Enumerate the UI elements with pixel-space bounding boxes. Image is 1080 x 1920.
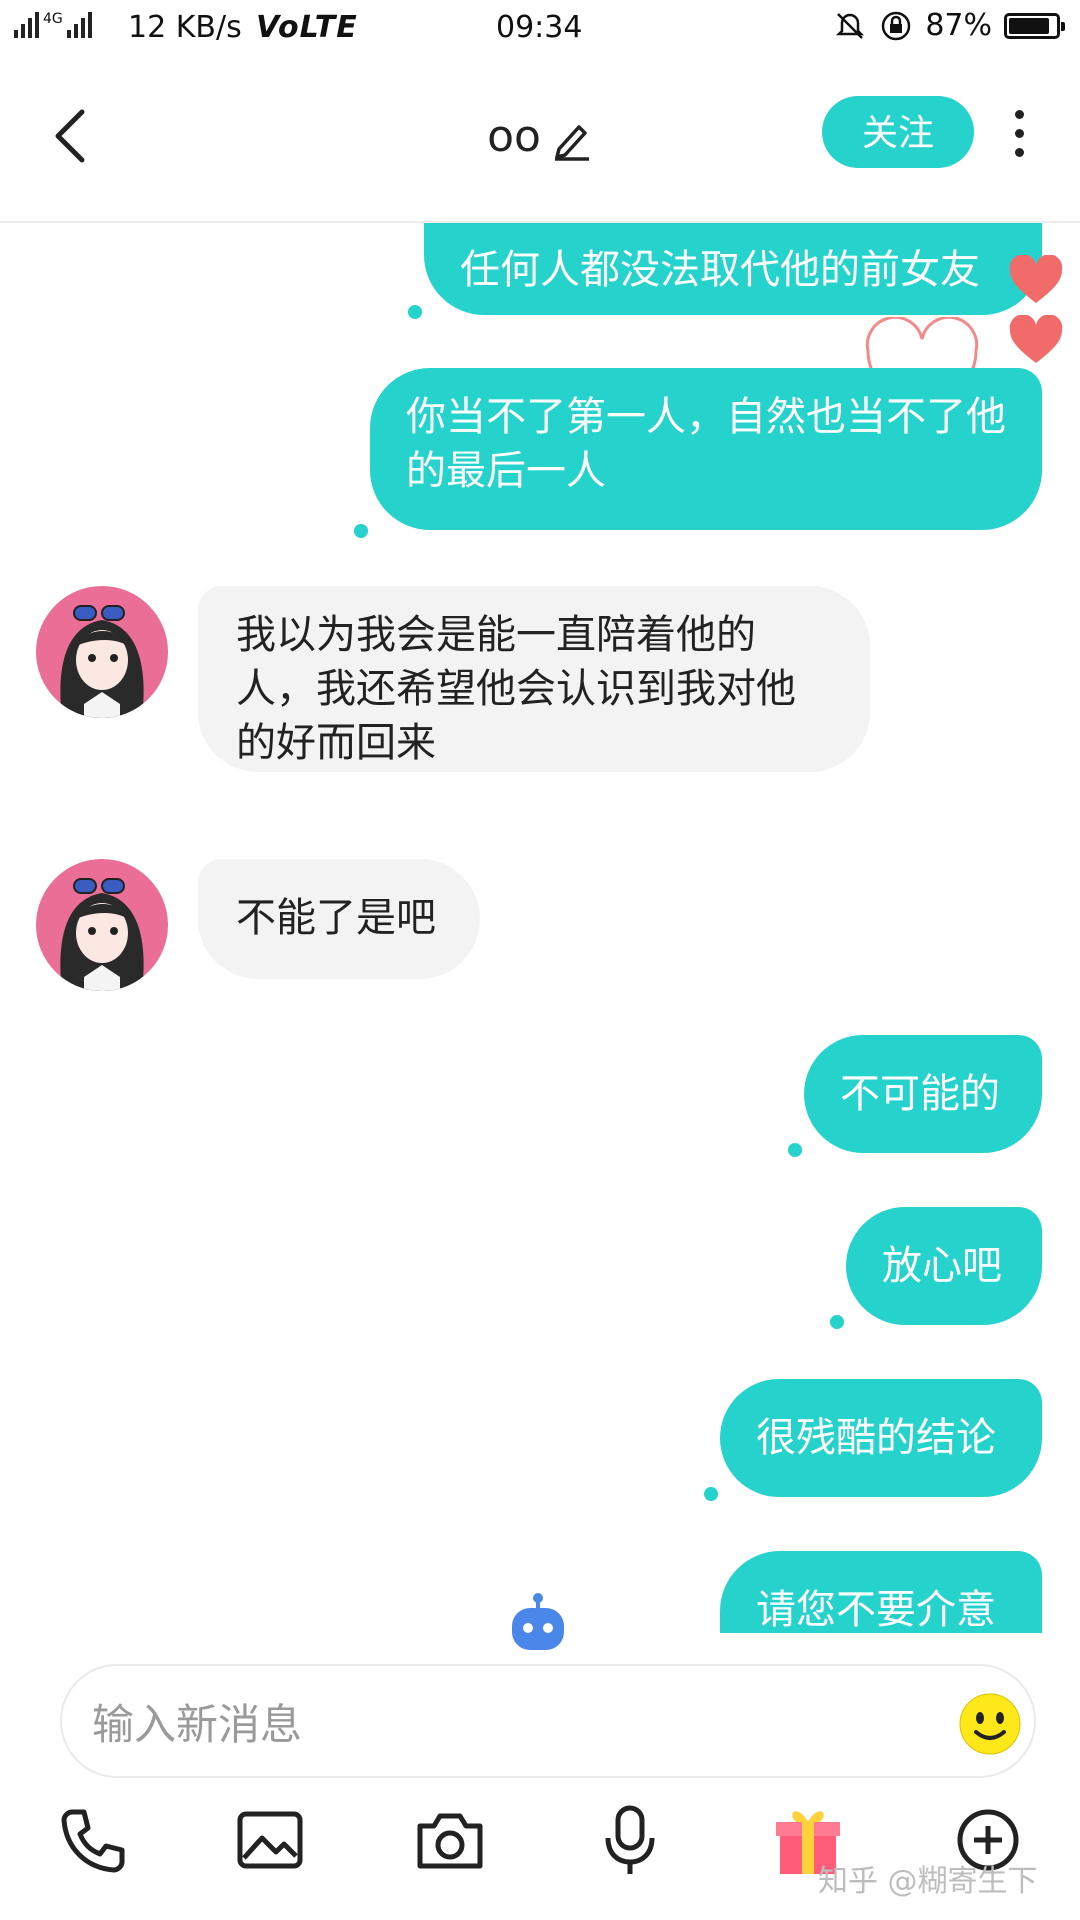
pencil-icon[interactable] [549,117,593,161]
heart-icon [1009,255,1063,303]
message-tail [704,1487,718,1501]
heart-icon-2 [1009,315,1063,363]
microphone-icon[interactable] [590,1800,670,1880]
battery-icon [1004,12,1065,39]
contact-name: oo [487,111,541,162]
message-bubble-received[interactable]: 我以为我会是能一直陪着他的人，我还希望他会认识到我对他的好而回来 [198,586,870,772]
signal-strength-icon [14,12,39,38]
signal-icons: 4G [14,12,92,38]
battery-percent: 87% [925,8,992,43]
message-bubble-received[interactable]: 不能了是吧 [198,859,480,979]
clock: 09:34 [496,10,583,45]
message-bubble-sent[interactable]: 不可能的 [804,1035,1042,1153]
message-bubble-sent[interactable]: 很残酷的结论 [720,1379,1042,1497]
message-list[interactable]: 任何人都没法取代他的前女友 你当不了第一人，自然也当不了他的最后一人 我以为我会… [0,223,1080,1633]
message-bubble-sent[interactable]: 放心吧 [846,1207,1042,1325]
message-input-bar [60,1664,1036,1778]
image-icon[interactable] [230,1800,310,1880]
message-bubble-sent[interactable]: 任何人都没法取代他的前女友 [424,223,1042,315]
network-type: 4G [43,11,63,27]
chat-header: oo 关注 [0,56,1080,223]
robot-assistant-icon[interactable] [506,1592,570,1656]
rotation-lock-icon [882,11,911,40]
message-tail [354,524,368,538]
follow-button[interactable]: 关注 [822,96,974,168]
phone-icon[interactable] [52,1800,132,1880]
message-tail [788,1143,802,1157]
message-bubble-sent[interactable]: 请您不要介意 [720,1551,1042,1633]
avatar-image [36,859,168,991]
watermark: 知乎 @糊寄生下 [818,1864,1038,1899]
avatar[interactable] [36,586,168,718]
status-bar: 4G 12 KB/s VoLTE 09:34 87% [0,0,1080,56]
signal-strength-icon-2 [66,12,92,38]
avatar-image [36,586,168,718]
message-bubble-sent[interactable]: 你当不了第一人，自然也当不了他的最后一人 [370,368,1042,530]
message-tail [830,1315,844,1329]
volte-indicator: VoLTE [256,10,358,45]
avatar[interactable] [36,859,168,991]
smiley-icon[interactable] [958,1692,1022,1756]
camera-icon[interactable] [410,1800,490,1880]
message-tail [408,305,422,319]
mute-icon [836,12,865,39]
network-speed: 12 KB/s [128,10,242,45]
more-vertical-icon[interactable] [1004,104,1034,174]
message-input[interactable] [90,1688,914,1760]
